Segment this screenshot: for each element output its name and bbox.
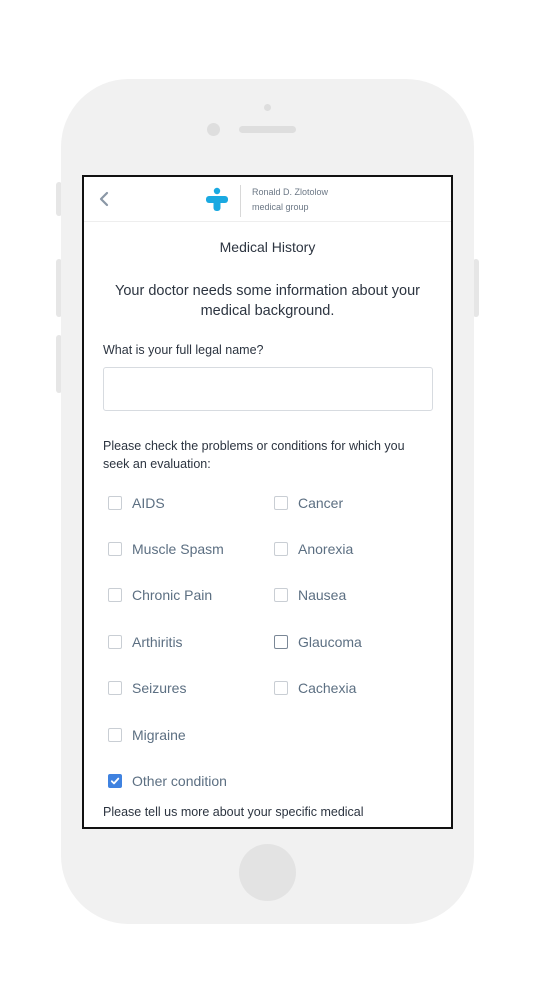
- condition-option-chronic-pain[interactable]: Chronic Pain: [108, 587, 212, 603]
- checkbox[interactable]: [108, 681, 122, 695]
- logo-divider: [240, 185, 241, 217]
- front-camera: [207, 123, 220, 136]
- checkbox[interactable]: [274, 542, 288, 556]
- condition-option-glaucoma[interactable]: Glaucoma: [274, 634, 362, 650]
- medical-cross-logo-icon: [206, 187, 228, 211]
- condition-label: Muscle Spasm: [132, 541, 224, 557]
- condition-label: Cancer: [298, 495, 344, 511]
- checkbox[interactable]: [274, 496, 288, 510]
- checkbox[interactable]: [108, 496, 122, 510]
- checkbox[interactable]: [108, 728, 122, 742]
- checkbox[interactable]: [274, 681, 288, 695]
- condition-option-seizures[interactable]: Seizures: [108, 680, 186, 696]
- intro-text: Your doctor needs some information about…: [115, 283, 420, 319]
- checkbox[interactable]: [274, 588, 288, 602]
- full-legal-name-input[interactable]: [103, 367, 433, 411]
- condition-option-aids[interactable]: AIDS: [108, 495, 165, 511]
- condition-option-cachexia[interactable]: Cachexia: [274, 680, 356, 696]
- app-header: Ronald D. Zlotolow medical group: [84, 177, 451, 222]
- condition-label: Other condition: [132, 773, 227, 789]
- condition-option-migraine[interactable]: Migraine: [108, 727, 186, 743]
- brand-subtitle: medical group: [252, 202, 309, 212]
- condition-label: Cachexia: [298, 680, 357, 696]
- checkbox[interactable]: [108, 542, 122, 556]
- sensor-dot: [264, 104, 271, 111]
- checkbox[interactable]: [108, 635, 122, 649]
- condition-label: Migraine: [132, 727, 186, 743]
- condition-option-cancer[interactable]: Cancer: [274, 495, 343, 511]
- condition-option-other[interactable]: Other condition: [108, 773, 227, 789]
- checkbox[interactable]: [108, 588, 122, 602]
- name-question: What is your full legal name?: [103, 343, 264, 357]
- page-title: Medical History: [219, 239, 316, 255]
- more-details-prompt: Please tell us more about your specific …: [103, 805, 364, 819]
- condition-option-nausea[interactable]: Nausea: [274, 587, 346, 603]
- condition-label: Glaucoma: [298, 634, 362, 650]
- condition-option-arthiritis[interactable]: Arthiritis: [108, 634, 183, 650]
- condition-label: Seizures: [132, 680, 187, 696]
- condition-label: Anorexia: [298, 541, 354, 557]
- back-chevron-icon[interactable]: [96, 188, 112, 210]
- condition-label: AIDS: [132, 495, 165, 511]
- condition-option-muscle-spasm[interactable]: Muscle Spasm: [108, 541, 224, 557]
- condition-label: Arthiritis: [132, 634, 183, 650]
- checkmark-icon: [110, 777, 120, 785]
- condition-option-anorexia[interactable]: Anorexia: [274, 541, 353, 557]
- condition-label: Nausea: [298, 587, 347, 603]
- condition-label: Chronic Pain: [132, 587, 213, 603]
- checkbox[interactable]: [274, 635, 288, 649]
- checkbox-checked[interactable]: [108, 774, 122, 788]
- earpiece-speaker: [239, 126, 296, 133]
- brand-name: Ronald D. Zlotolow: [252, 187, 329, 197]
- conditions-question: Please check the problems or conditions …: [103, 439, 405, 471]
- home-button[interactable]: [239, 844, 296, 901]
- app-screen: Ronald D. Zlotolow medical group Medical…: [82, 175, 453, 829]
